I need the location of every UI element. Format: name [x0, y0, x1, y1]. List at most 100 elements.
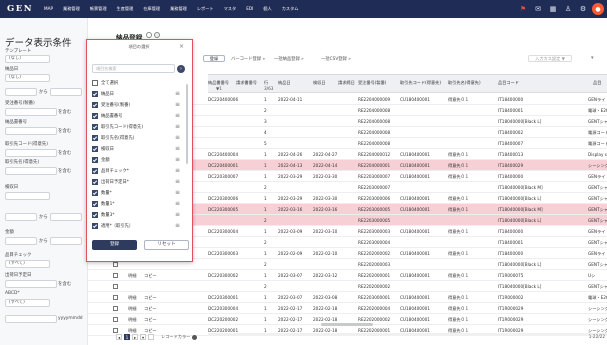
nav-item[interactable]: レポート — [197, 6, 214, 12]
flag-icon[interactable]: ⚑ — [517, 3, 529, 15]
row-detail-link[interactable]: 明細 — [128, 273, 136, 279]
drag-handle-icon[interactable]: ≡ — [175, 112, 180, 119]
help-icon[interactable] — [146, 32, 152, 38]
dialog-item[interactable]: 納品日 ≡ — [92, 89, 184, 99]
drag-handle-icon[interactable]: ≡ — [175, 145, 180, 152]
item-checkbox[interactable] — [92, 91, 98, 97]
confirm-button[interactable]: 登録 — [92, 240, 137, 250]
record-color-icon[interactable] — [192, 334, 198, 340]
row-checkbox[interactable] — [113, 273, 118, 278]
page-size-select[interactable]: ▾ — [140, 334, 146, 340]
drag-handle-icon[interactable]: ≡ — [175, 167, 180, 174]
drag-handle-icon[interactable]: ≡ — [175, 200, 180, 207]
avatar[interactable]: ● — [592, 3, 604, 15]
reset-button[interactable]: リセット — [144, 240, 189, 250]
match-select[interactable]: を含む — [58, 168, 71, 174]
record-color-label[interactable]: レコードカラー — [161, 334, 190, 340]
item-checkbox[interactable] — [92, 212, 98, 218]
app-logo[interactable]: GEN — [0, 4, 38, 14]
item-search-input[interactable]: 項目名検索 — [92, 64, 175, 73]
row-checkbox[interactable] — [113, 317, 118, 322]
dialog-item[interactable]: 金額 ≡ — [92, 155, 184, 165]
row-copy-link[interactable]: コピー — [144, 295, 157, 301]
item-checkbox[interactable] — [92, 157, 98, 163]
table-row[interactable]: 2 RE2202000002 IT18040000[Black L] GENTシャツ — [88, 281, 607, 292]
item-checkbox[interactable] — [92, 135, 98, 141]
filter-text-input[interactable] — [5, 280, 57, 288]
filter-select[interactable]: (なし) — [5, 74, 50, 82]
col-item-code[interactable]: 品目コード — [498, 80, 519, 86]
col-inspect-date[interactable]: 検収日 — [313, 80, 326, 86]
prev-page-button[interactable]: ◂ — [116, 334, 122, 340]
item-checkbox[interactable] — [92, 80, 98, 86]
page-jump[interactable] — [148, 334, 154, 340]
nav-item[interactable]: 生産管理 — [117, 6, 134, 12]
nav-item[interactable]: 在庫管理 — [143, 6, 160, 12]
dialog-item[interactable]: 取引先名(得意先) ≡ — [92, 133, 184, 143]
drag-handle-icon[interactable]: ≡ — [175, 156, 180, 163]
row-copy-link[interactable]: コピー — [144, 273, 157, 279]
dialog-scrollbar[interactable] — [186, 84, 188, 164]
match-select[interactable]: を含む — [58, 150, 71, 156]
row-detail-link[interactable]: 明細 — [128, 317, 136, 323]
row-checkbox[interactable] — [113, 306, 118, 311]
match-select[interactable]: を含む — [58, 281, 71, 287]
dialog-item[interactable]: 検収日 ≡ — [92, 144, 184, 154]
search-go-icon[interactable]: › — [177, 65, 185, 73]
drag-handle-icon[interactable]: ≡ — [175, 222, 180, 229]
item-checkbox[interactable] — [92, 179, 98, 185]
item-checkbox[interactable] — [92, 124, 98, 130]
col-closing-date[interactable]: 請求締日 — [338, 80, 355, 86]
dialog-item[interactable]: 取引先コード(得意先) ≡ — [92, 122, 184, 132]
dialog-item[interactable]: 数量1* ≡ — [92, 199, 184, 209]
filter-select[interactable]: (すべて) — [5, 299, 50, 307]
match-select[interactable]: を含む — [58, 128, 71, 134]
filter-date-input[interactable] — [5, 192, 50, 200]
item-checkbox[interactable] — [92, 223, 98, 229]
drag-handle-icon[interactable]: ≡ — [175, 123, 180, 130]
filter-text-input[interactable] — [5, 167, 57, 175]
nav-item[interactable]: マスタ — [224, 6, 237, 12]
nav-item[interactable]: 個人 — [263, 6, 271, 12]
nav-item[interactable]: EDI — [246, 6, 253, 12]
col-customer-code[interactable]: 取引先コード(得意先) — [400, 80, 441, 86]
col-invoice[interactable]: 請求書番号 — [236, 80, 257, 86]
table-row[interactable]: 明細 コピー DC220300001 1 2022-03-07 2022-03-08 RE2… — [88, 292, 607, 303]
table-row[interactable]: 明細 コピー DC220300002 1 2022-03-07 2022-03-12 RE2… — [88, 270, 607, 281]
dialog-item[interactable]: 納品書番号 ≡ — [92, 111, 184, 121]
drag-handle-icon[interactable]: ≡ — [175, 178, 180, 185]
filter-text-input[interactable] — [5, 149, 57, 157]
grid-icon[interactable]: ▦ — [547, 3, 559, 15]
filter-to-input[interactable] — [50, 237, 82, 245]
item-checkbox[interactable] — [92, 168, 98, 174]
filter-from-input[interactable] — [5, 213, 37, 221]
filter-to-input[interactable] — [50, 213, 82, 221]
filter-from-input[interactable] — [5, 237, 37, 245]
item-checkbox[interactable] — [92, 190, 98, 196]
menu-icon[interactable]: ▾ — [591, 55, 594, 61]
dialog-item[interactable]: 出荷日予定日* ≡ — [92, 177, 184, 187]
col-customer-name[interactable]: 取引先名(得意先) — [448, 80, 481, 86]
drag-handle-icon[interactable]: ≡ — [175, 90, 180, 97]
row-checkbox[interactable] — [113, 262, 118, 267]
page-button[interactable]: 1 — [124, 334, 130, 340]
dialog-item[interactable]: 数量* ≡ — [92, 188, 184, 198]
row-detail-link[interactable]: 明細 — [128, 295, 136, 301]
csv-register-link[interactable]: 一括CSV登録 » — [321, 56, 351, 62]
nav-item[interactable]: 業務管理 — [63, 6, 80, 12]
row-checkbox[interactable] — [113, 295, 118, 300]
drag-handle-icon[interactable]: ≡ — [175, 211, 180, 218]
filter-text-input[interactable] — [5, 127, 57, 135]
item-checkbox[interactable] — [92, 113, 98, 119]
dialog-item[interactable]: 品目チェック* ≡ — [92, 166, 184, 176]
col-delivery-date[interactable]: 納品日 — [278, 80, 291, 86]
table-row[interactable]: 明細 コピー DC220300004 1 2022-02-17 2022-02-18 RE2… — [88, 303, 607, 314]
drag-handle-icon[interactable]: ≡ — [175, 134, 180, 141]
register-button[interactable]: 登録 — [203, 55, 225, 62]
nav-item[interactable]: カスタム — [282, 6, 299, 12]
bulk-register-link[interactable]: 一括納品登録 » — [274, 56, 304, 62]
barcode-link[interactable]: バーコード登録 » — [231, 56, 265, 62]
filter-text-input[interactable] — [5, 315, 57, 323]
horizontal-scrollbar[interactable] — [321, 323, 373, 326]
drag-handle-icon[interactable]: ≡ — [175, 189, 180, 196]
